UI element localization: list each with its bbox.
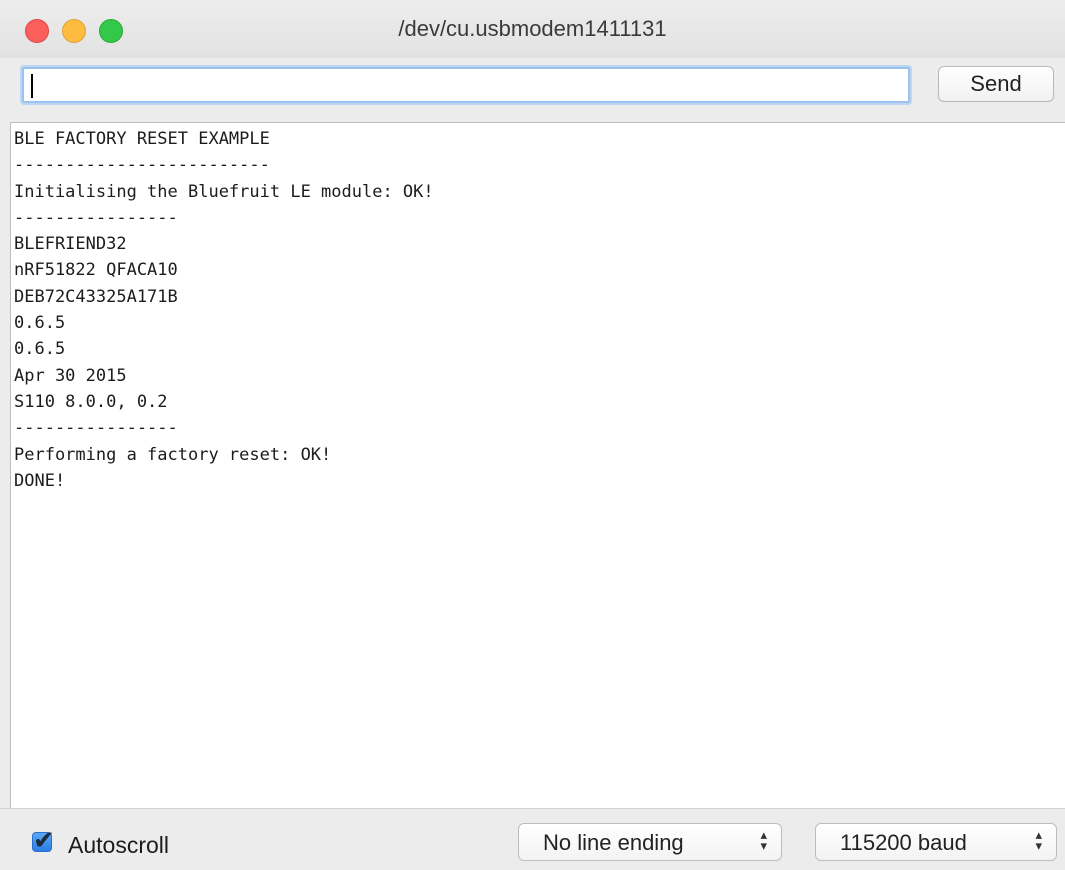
line-ending-select[interactable]: No line ending ▴ ▾: [518, 823, 782, 861]
output-line: nRF51822 QFACA10: [14, 260, 178, 281]
line-ending-value: No line ending: [543, 830, 684, 855]
output-line: ----------------: [14, 207, 178, 228]
input-row: Send: [0, 58, 1065, 120]
serial-input[interactable]: [22, 67, 910, 103]
window-title: /dev/cu.usbmodem1411131: [398, 16, 667, 41]
output-line: Initialising the Bluefruit LE module: OK…: [14, 181, 434, 202]
select-arrows-icon: ▴ ▾: [1035, 828, 1042, 854]
serial-output[interactable]: BLE FACTORY RESET EXAMPLE --------------…: [10, 122, 1065, 808]
title-bar: /dev/cu.usbmodem1411131: [0, 0, 1065, 59]
checkmark-icon: ✔: [33, 826, 55, 856]
output-line: BLE FACTORY RESET EXAMPLE: [14, 129, 270, 149]
output-line: 0.6.5: [14, 339, 66, 360]
baud-rate-value: 115200 baud: [840, 830, 967, 855]
serial-monitor-window: /dev/cu.usbmodem1411131 Send BLE FACTORY…: [0, 0, 1065, 870]
output-line: DONE!: [14, 470, 66, 491]
bottom-bar: ✔ Autoscroll No line ending ▴ ▾ 115200 ba…: [0, 808, 1065, 870]
output-line: Performing a factory reset: OK!: [14, 444, 332, 465]
output-line: BLEFRIEND32: [14, 234, 127, 255]
autoscroll-label[interactable]: Autoscroll: [68, 832, 169, 859]
output-line: ----------------: [14, 418, 178, 439]
select-arrows-icon: ▴ ▾: [760, 828, 767, 854]
output-line: DEB72C43325A171B: [14, 286, 178, 307]
text-caret: [31, 74, 33, 98]
output-line: S110 8.0.0, 0.2: [14, 391, 168, 412]
output-line: -------------------------: [14, 155, 270, 176]
baud-rate-select[interactable]: 115200 baud ▴ ▾: [815, 823, 1057, 861]
output-line: 0.6.5: [14, 313, 66, 334]
send-button[interactable]: Send: [938, 66, 1054, 102]
output-line: Apr 30 2015: [14, 365, 127, 386]
